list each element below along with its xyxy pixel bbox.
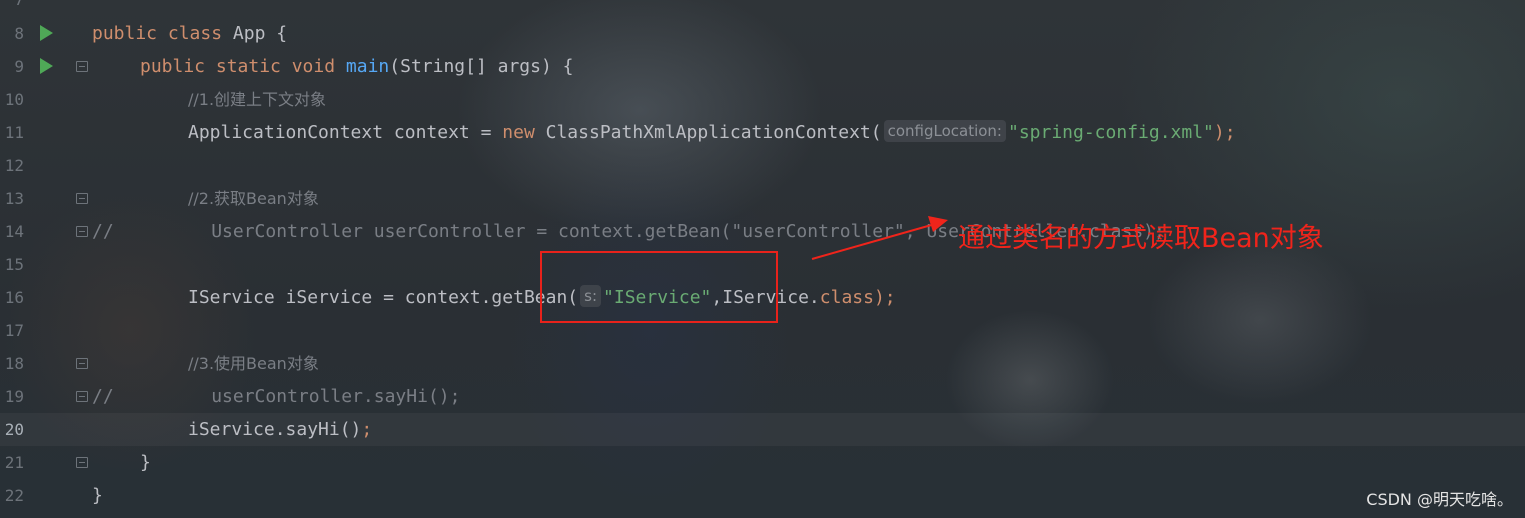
arrow-icon (811, 216, 948, 260)
watermark: CSDN @明天吃啥。 (1366, 490, 1513, 509)
annotation-text: 通过类名的方式读取Bean对象 (958, 223, 1324, 254)
